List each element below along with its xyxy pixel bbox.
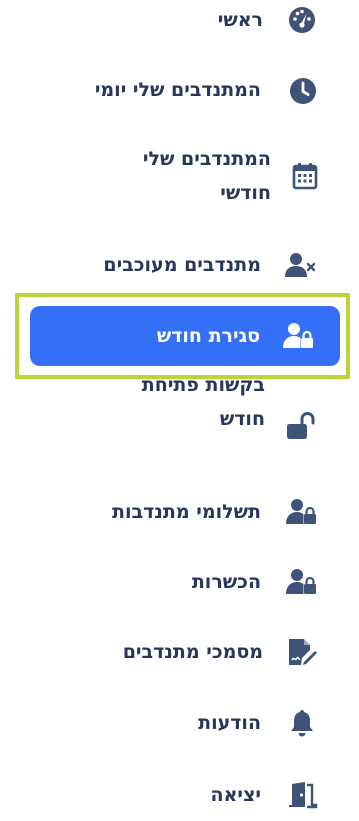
sidebar-item-label: המתנדבים שלי חודשי (142, 148, 271, 204)
sidebar-item-label: מתנדבים מעוכבים (103, 254, 261, 276)
sidebar-menu: ראשי המתנדבים שלי יומי המתנדבים שלי חודש… (0, 0, 359, 821)
user-lock-icon (282, 320, 314, 352)
bell-icon (286, 707, 318, 739)
sidebar-item-home[interactable]: ראשי (0, 0, 359, 40)
door-icon (286, 779, 318, 811)
file-signature-icon (286, 636, 318, 668)
sidebar-item-label: יציאה (210, 784, 261, 806)
sidebar-item-daily[interactable]: המתנדבים שלי יומי (0, 70, 359, 110)
sidebar-item-month-closing[interactable]: סגירת חודש (30, 306, 340, 366)
user-blocked-icon (283, 249, 315, 281)
sidebar-item-label: הכשרות (191, 571, 261, 593)
user-lock-icon (285, 566, 317, 598)
sidebar-item-documents[interactable]: מסמכי מתנדבים (0, 632, 359, 672)
sidebar-item-logout[interactable]: יציאה (0, 775, 359, 815)
dashboard-icon (286, 4, 318, 36)
sidebar-item-monthly[interactable]: המתנדבים שלי חודשי (0, 140, 359, 216)
sidebar-item-label: הודעות (198, 712, 261, 734)
sidebar-item-delayed[interactable]: מתנדבים מעוכבים (0, 245, 359, 285)
calendar-icon (289, 160, 321, 192)
sidebar-item-label: מסמכי מתנדבים (122, 641, 263, 663)
sidebar-item-label: סגירת חודש (156, 325, 260, 347)
user-lock-icon (285, 496, 317, 528)
sidebar-item-trainings[interactable]: הכשרות (0, 562, 359, 602)
sidebar-item-label: המתנדבים שלי יומי (94, 79, 261, 101)
sidebar-item-label: ראשי (217, 9, 263, 31)
sidebar-item-messages[interactable]: הודעות (0, 703, 359, 743)
clock-icon (287, 75, 319, 107)
sidebar-item-label: בקשות פתיחת חודש (141, 374, 265, 430)
unlock-icon (285, 410, 317, 442)
sidebar-item-open-requests[interactable]: בקשות פתיחת חודש (0, 366, 359, 442)
sidebar-item-payments[interactable]: תשלומי מתנדבות (0, 492, 359, 532)
sidebar-item-label: תשלומי מתנדבות (112, 501, 261, 523)
